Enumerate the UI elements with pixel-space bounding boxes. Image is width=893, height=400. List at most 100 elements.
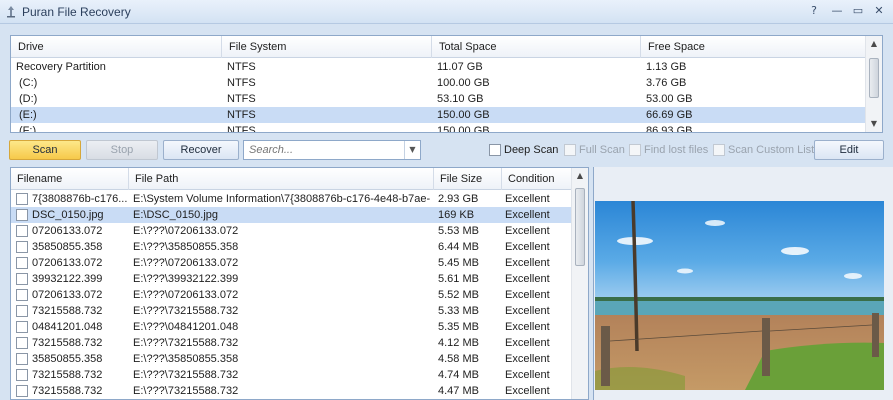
file-cell-size: 5.35 MB bbox=[438, 321, 479, 333]
column-header-total-space[interactable]: Total Space bbox=[432, 36, 641, 58]
scroll-thumb[interactable] bbox=[575, 188, 585, 266]
drive-list[interactable]: Drive File System Total Space Free Space… bbox=[10, 35, 883, 133]
drive-row[interactable]: (E:) NTFS 150.00 GB 66.69 GB bbox=[11, 107, 867, 123]
file-select-checkbox[interactable] bbox=[16, 257, 28, 269]
file-row[interactable]: 07206133.072 E:\???\07206133.072 5.52 MB Ex… bbox=[11, 287, 572, 303]
column-header-filename[interactable]: Filename bbox=[11, 168, 129, 190]
checkbox-box[interactable] bbox=[564, 144, 576, 156]
file-cell-size: 4.47 MB bbox=[438, 385, 479, 397]
column-header-condition[interactable]: Condition bbox=[502, 168, 572, 190]
drive-row[interactable]: (D:) NTFS 53.10 GB 53.00 GB bbox=[11, 91, 867, 107]
drive-list-scrollbar[interactable]: ▲ ▼ bbox=[865, 36, 882, 132]
file-row[interactable]: 07206133.072 E:\???\07206133.072 5.53 MB Ex… bbox=[11, 223, 572, 239]
file-cell-name: 73215588.732 bbox=[32, 369, 103, 381]
checkbox-box[interactable] bbox=[629, 144, 641, 156]
file-cell-condition: Excellent bbox=[505, 225, 550, 237]
file-row[interactable]: DSC_0150.jpg E:\DSC_0150.jpg 169 KB Excelle… bbox=[11, 207, 572, 223]
drive-cell-free-space: 3.76 GB bbox=[646, 77, 687, 89]
file-cell-path: E:\???\07206133.072 bbox=[133, 289, 239, 301]
preview-image bbox=[595, 201, 884, 390]
file-select-checkbox[interactable] bbox=[16, 209, 28, 221]
scroll-thumb[interactable] bbox=[869, 58, 879, 98]
drive-cell-file-system: NTFS bbox=[227, 109, 256, 121]
chevron-down-icon[interactable]: ▼ bbox=[404, 141, 420, 159]
file-select-checkbox[interactable] bbox=[16, 337, 28, 349]
close-button[interactable]: ✕ bbox=[870, 3, 888, 19]
column-header-free-space[interactable]: Free Space bbox=[641, 36, 867, 58]
edit-button[interactable]: Edit bbox=[814, 140, 884, 160]
file-cell-size: 169 KB bbox=[438, 209, 475, 221]
file-list-scrollbar[interactable]: ▲ bbox=[571, 168, 588, 399]
file-row[interactable]: 35850855.358 E:\???\35850855.358 6.44 MB Ex… bbox=[11, 239, 572, 255]
drive-cell-free-space: 1.13 GB bbox=[646, 61, 687, 73]
drive-cell-name: (D:) bbox=[19, 93, 38, 105]
checkbox-label: Deep Scan bbox=[504, 144, 559, 156]
file-select-checkbox[interactable] bbox=[16, 241, 28, 253]
file-cell-path: E:\???\07206133.072 bbox=[133, 225, 239, 237]
file-select-checkbox[interactable] bbox=[16, 273, 28, 285]
file-select-checkbox[interactable] bbox=[16, 289, 28, 301]
scroll-up-arrow-icon[interactable]: ▲ bbox=[572, 168, 588, 184]
file-cell-size: 4.12 MB bbox=[438, 337, 479, 349]
file-row[interactable]: 73215588.732 E:\???\73215588.732 4.74 MB Ex… bbox=[11, 367, 572, 383]
drive-cell-name: (E:) bbox=[19, 109, 37, 121]
file-row[interactable]: 73215588.732 E:\???\73215588.732 4.12 MB Ex… bbox=[11, 335, 572, 351]
file-cell-condition: Excellent bbox=[505, 369, 550, 381]
file-cell-name: 07206133.072 bbox=[32, 225, 103, 237]
scroll-down-arrow-icon[interactable]: ▼ bbox=[866, 116, 882, 132]
file-select-checkbox[interactable] bbox=[16, 193, 28, 205]
recover-button[interactable]: Recover bbox=[163, 140, 239, 160]
drive-cell-file-system: NTFS bbox=[227, 125, 256, 133]
file-cell-path: E:\???\04841201.048 bbox=[133, 321, 239, 333]
file-cell-path: E:\???\39932122.399 bbox=[133, 273, 239, 285]
file-cell-name: 07206133.072 bbox=[32, 257, 103, 269]
file-select-checkbox[interactable] bbox=[16, 385, 28, 397]
column-header-drive[interactable]: Drive bbox=[11, 36, 222, 58]
minimize-button[interactable]: — bbox=[828, 3, 846, 19]
scroll-up-arrow-icon[interactable]: ▲ bbox=[866, 36, 882, 52]
drive-cell-file-system: NTFS bbox=[227, 93, 256, 105]
search-input[interactable] bbox=[244, 141, 404, 159]
stop-button[interactable]: Stop bbox=[86, 140, 158, 160]
help-button[interactable]: ? bbox=[805, 3, 823, 19]
file-cell-condition: Excellent bbox=[505, 273, 550, 285]
file-cell-path: E:\???\35850855.358 bbox=[133, 241, 239, 253]
drive-cell-free-space: 86.93 GB bbox=[646, 125, 693, 133]
drive-cell-total-space: 150.00 GB bbox=[437, 109, 490, 121]
file-row[interactable]: 73215588.732 E:\???\73215588.732 5.33 MB Ex… bbox=[11, 303, 572, 319]
file-cell-name: 73215588.732 bbox=[32, 337, 103, 349]
file-cell-name: 35850855.358 bbox=[32, 241, 103, 253]
column-header-file-path[interactable]: File Path bbox=[129, 168, 434, 190]
file-cell-path: E:\???\73215588.732 bbox=[133, 305, 239, 317]
drive-row[interactable]: (C:) NTFS 100.00 GB 3.76 GB bbox=[11, 75, 867, 91]
file-cell-condition: Excellent bbox=[505, 241, 550, 253]
file-row[interactable]: 07206133.072 E:\???\07206133.072 5.45 MB Ex… bbox=[11, 255, 572, 271]
file-cell-size: 4.74 MB bbox=[438, 369, 479, 381]
file-select-checkbox[interactable] bbox=[16, 369, 28, 381]
search-combobox[interactable]: ▼ bbox=[243, 140, 421, 160]
file-select-checkbox[interactable] bbox=[16, 225, 28, 237]
file-row[interactable]: 04841201.048 E:\???\04841201.048 5.35 MB Ex… bbox=[11, 319, 572, 335]
file-row[interactable]: 39932122.399 E:\???\39932122.399 5.61 MB Ex… bbox=[11, 271, 572, 287]
file-cell-condition: Excellent bbox=[505, 257, 550, 269]
file-list[interactable]: Filename File Path File Size Condition 7… bbox=[10, 167, 589, 400]
file-cell-path: E:\System Volume Information\7{3808876b-… bbox=[133, 193, 431, 205]
file-row[interactable]: 7{3808876b-c176... E:\System Volume Infor… bbox=[11, 191, 572, 207]
file-cell-size: 5.33 MB bbox=[438, 305, 479, 317]
checkbox-box[interactable] bbox=[489, 144, 501, 156]
file-cell-size: 5.45 MB bbox=[438, 257, 479, 269]
drive-row[interactable]: (F:) NTFS 150.00 GB 86.93 GB bbox=[11, 123, 867, 133]
column-header-file-size[interactable]: File Size bbox=[434, 168, 502, 190]
column-header-file-system[interactable]: File System bbox=[222, 36, 432, 58]
file-select-checkbox[interactable] bbox=[16, 353, 28, 365]
drive-cell-free-space: 53.00 GB bbox=[646, 93, 693, 105]
scan-button[interactable]: Scan bbox=[9, 140, 81, 160]
file-select-checkbox[interactable] bbox=[16, 305, 28, 317]
file-row[interactable]: 73215588.732 E:\???\73215588.732 4.47 MB Ex… bbox=[11, 383, 572, 399]
drive-row[interactable]: Recovery Partition NTFS 11.07 GB 1.13 GB bbox=[11, 59, 867, 75]
file-select-checkbox[interactable] bbox=[16, 321, 28, 333]
file-row[interactable]: 35850855.358 E:\???\35850855.358 4.58 MB Ex… bbox=[11, 351, 572, 367]
checkbox-box[interactable] bbox=[713, 144, 725, 156]
maximize-button[interactable]: ▭ bbox=[849, 3, 867, 19]
file-cell-condition: Excellent bbox=[505, 385, 550, 397]
